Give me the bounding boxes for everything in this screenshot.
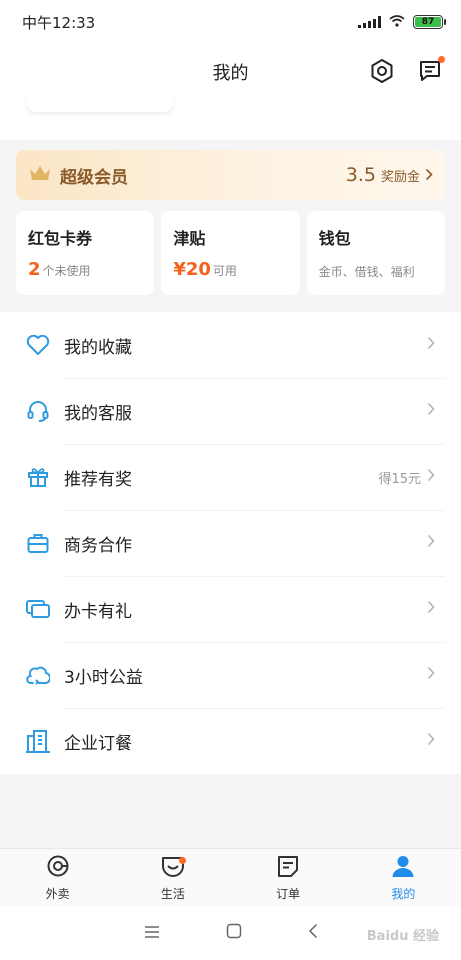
card-wallet[interactable]: 钱包 金币、借钱、福利 (306, 211, 445, 295)
card-title: 钱包 (318, 229, 351, 248)
card-title: 红包卡券 (28, 229, 93, 248)
menu-item-charity[interactable]: 3小时公益 (0, 642, 461, 708)
super-vip-banner[interactable]: 超级会员 3.5 奖励金 (16, 150, 445, 200)
menu-item-corporate-meals[interactable]: 企业订餐 (0, 708, 461, 774)
asset-cards: 红包卡券 2 个未使用 津贴 ¥20 可用 钱包 金币、借钱、福利 (16, 211, 445, 295)
chevron-right-icon (427, 732, 435, 750)
menu-label: 商务合作 (64, 535, 132, 556)
watermark: Baidu 经验 (366, 929, 439, 944)
wifi-icon (389, 13, 405, 31)
headset-icon (24, 397, 52, 425)
status-time: 中午12:33 (22, 13, 96, 32)
menu-label: 3小时公益 (64, 667, 143, 688)
card-title: 津贴 (173, 229, 206, 248)
menu-item-referral[interactable]: 推荐有奖 得15元 (0, 444, 461, 510)
card-suffix: 可用 (212, 264, 237, 278)
card-suffix: 个未使用 (42, 264, 91, 278)
takeout-icon (45, 854, 71, 882)
battery-level: 87 (415, 17, 441, 27)
menu-label: 办卡有礼 (64, 601, 132, 622)
menu-extra: 得15元 (378, 471, 421, 487)
crown-icon (28, 164, 52, 186)
message-badge (438, 56, 445, 63)
tab-takeout[interactable]: 外卖 (0, 849, 115, 906)
tab-orders[interactable]: 订单 (231, 849, 346, 906)
card-number: ¥20 (173, 259, 211, 280)
system-nav-bar: Baidu 经验 (0, 906, 461, 960)
charity-cloud-icon (24, 661, 52, 689)
status-bar: 中午12:33 87 (0, 0, 461, 44)
tab-label: 我的 (391, 886, 416, 901)
profile-area (0, 92, 461, 140)
chevron-right-icon (427, 666, 435, 684)
chevron-right-icon (425, 166, 433, 185)
page-title: 我的 (212, 63, 249, 84)
orders-icon (276, 854, 300, 882)
vip-amount: 3.5 (345, 164, 376, 186)
card-coupons[interactable]: 红包卡券 2 个未使用 (16, 211, 155, 295)
menu-item-card-gift[interactable]: 办卡有礼 (0, 576, 461, 642)
briefcase-icon (24, 529, 52, 557)
bottom-tab-bar: 外卖 生活 订单 我的 (0, 848, 461, 906)
chevron-right-icon (427, 468, 435, 486)
menu-label: 推荐有奖 (64, 469, 132, 490)
tab-life[interactable]: 生活 (115, 849, 230, 906)
menu-icon[interactable] (144, 924, 160, 943)
signal-icon (358, 16, 381, 28)
back-icon[interactable] (308, 923, 318, 943)
tab-label: 生活 (160, 886, 185, 901)
menu-item-support[interactable]: 我的客服 (0, 378, 461, 444)
status-icons: 87 (358, 13, 446, 31)
card-number: 2 (28, 259, 41, 280)
card-allowance[interactable]: 津贴 ¥20 可用 (161, 211, 300, 295)
menu-label: 企业订餐 (64, 733, 132, 754)
tab-label: 外卖 (45, 886, 70, 901)
chevron-right-icon (427, 600, 435, 618)
tab-profile[interactable]: 我的 (346, 849, 461, 906)
gift-icon (24, 463, 52, 491)
chevron-right-icon (427, 336, 435, 354)
chevron-right-icon (427, 402, 435, 420)
settings-icon[interactable] (367, 56, 397, 86)
vip-label: 超级会员 (60, 167, 128, 188)
chevron-right-icon (427, 534, 435, 552)
menu-label: 我的客服 (64, 403, 132, 424)
card-suffix: 金币、借钱、福利 (318, 265, 415, 279)
menu-label: 我的收藏 (64, 337, 132, 358)
heart-icon (24, 331, 52, 359)
message-icon[interactable] (415, 56, 445, 86)
vip-unit: 奖励金 (380, 169, 420, 185)
profile-pill[interactable] (26, 92, 174, 112)
profile-icon (391, 854, 415, 882)
feature-menu: 我的收藏 我的客服 推荐有奖 得15元 商务合作 办卡有礼 3小时公益 企业订餐 (0, 312, 461, 774)
battery-icon: 87 (413, 15, 446, 29)
building-icon (24, 727, 52, 755)
home-icon[interactable] (226, 923, 242, 943)
tab-label: 订单 (276, 886, 301, 901)
menu-item-favorites[interactable]: 我的收藏 (0, 312, 461, 378)
menu-item-business[interactable]: 商务合作 (0, 510, 461, 576)
cards-icon (24, 595, 52, 623)
